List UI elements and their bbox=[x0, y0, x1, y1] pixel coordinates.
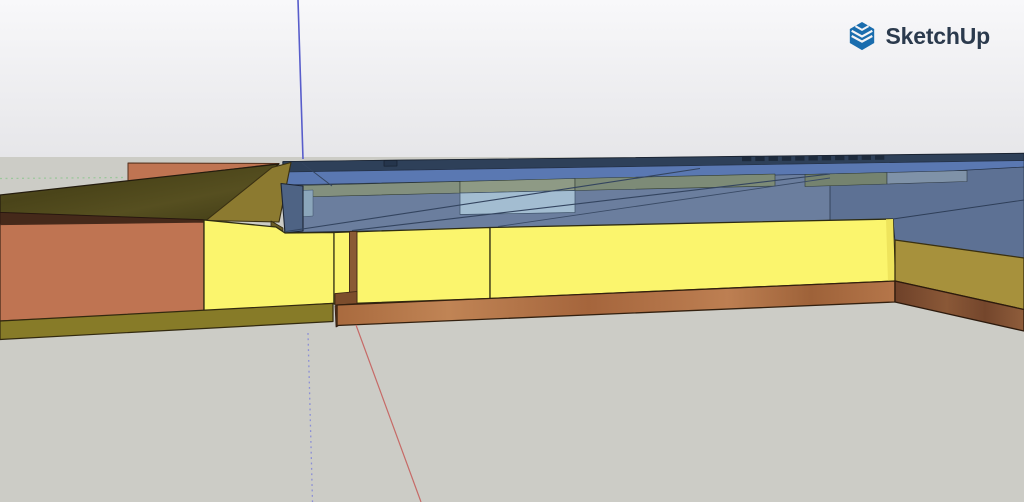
glass-mullion-tick bbox=[835, 155, 845, 161]
glass-mullion-tick bbox=[742, 156, 752, 162]
sketchup-cube-icon bbox=[849, 21, 874, 51]
sketchup-logo: SketchUp bbox=[847, 20, 990, 52]
glass-mullion-tick bbox=[795, 156, 805, 161]
glass-left-end-face bbox=[280, 182, 304, 234]
glass-mullion-tick bbox=[821, 155, 832, 161]
model-view-canvas[interactable] bbox=[0, 0, 1024, 502]
sketchup-viewport[interactable]: SketchUp bbox=[0, 0, 1024, 502]
pilaster-brown-flare bbox=[334, 291, 358, 306]
glass-mullion-tick bbox=[808, 155, 818, 161]
glass-notch bbox=[383, 159, 398, 167]
glass-mullion-tick bbox=[755, 156, 765, 162]
glass-mullion-tick bbox=[848, 155, 858, 161]
glass-slate-band bbox=[886, 170, 968, 185]
glass-mullion-tick bbox=[781, 156, 792, 161]
glass-mullion-tick bbox=[861, 155, 871, 160]
yellow-wall-left bbox=[203, 219, 335, 313]
salmon-wall-front bbox=[0, 221, 205, 322]
glass-mullion-tick bbox=[768, 156, 778, 161]
sketchup-logo-text: SketchUp bbox=[885, 22, 991, 49]
glass-mullion-tick bbox=[875, 155, 885, 160]
